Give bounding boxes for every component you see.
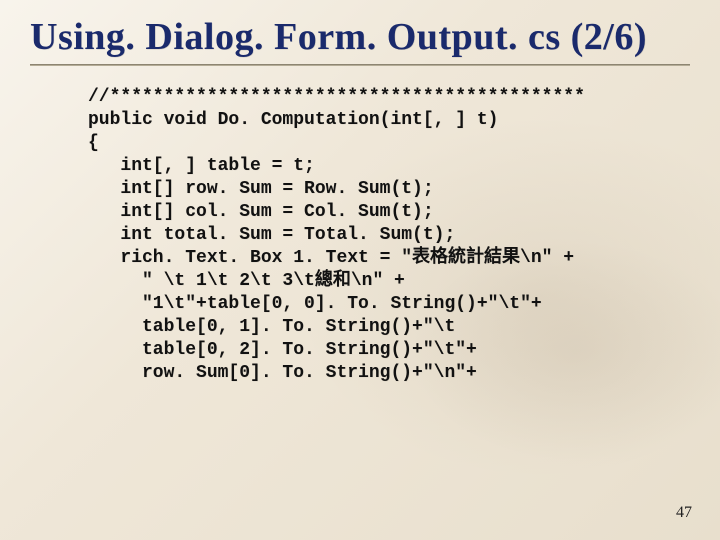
slide: Using. Dialog. Form. Output. cs (2/6) //…	[0, 0, 720, 540]
code-block: //**************************************…	[88, 86, 690, 385]
page-number: 47	[676, 504, 692, 522]
title-divider	[30, 64, 690, 66]
code-area: //**************************************…	[30, 86, 690, 385]
slide-title: Using. Dialog. Form. Output. cs (2/6)	[30, 18, 690, 58]
